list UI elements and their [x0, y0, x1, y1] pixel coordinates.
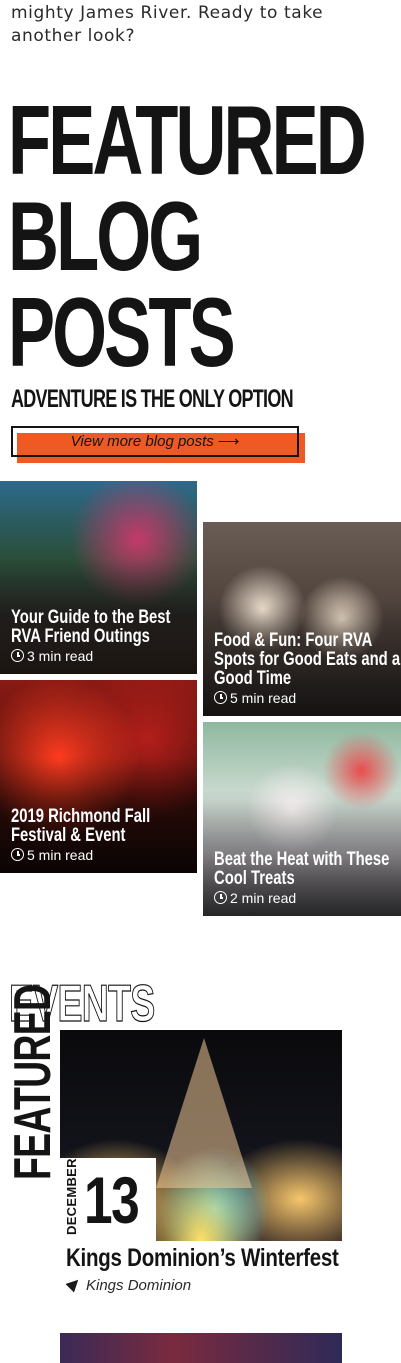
read-time: 5 min read [11, 847, 93, 863]
heading-line: POSTS [8, 277, 236, 387]
clock-icon [11, 848, 24, 861]
event-location-label: Kings Dominion [86, 1277, 192, 1294]
cta-label: View more blog posts [70, 433, 214, 450]
event-title-link[interactable]: Kings Dominion’s Winterfest [66, 1244, 339, 1273]
intro-text: mighty James River. Ready to take anothe… [11, 3, 324, 46]
blog-card-title: Beat the Heat with These Cool Treats [214, 849, 390, 889]
heading-line: BLOG [8, 181, 203, 291]
event-day: 13 [84, 1163, 140, 1237]
blog-card-title: Food & Fun: Four RVA Spots for Good Eats… [214, 630, 401, 689]
read-time-label: 3 min read [27, 648, 94, 664]
light-tree-graphic [156, 1038, 252, 1188]
event-date: DECEMBER 13 [60, 1158, 156, 1242]
featured-blog-heading: FEATURED BLOG POSTS [8, 85, 367, 387]
read-time: 2 min read [214, 890, 296, 906]
clock-icon [214, 891, 227, 904]
clock-icon [214, 691, 227, 704]
event-location: Kings Dominion [65, 1275, 192, 1294]
read-time-label: 5 min read [230, 690, 297, 706]
view-more-blog-posts-button[interactable]: View more blog posts ⟶ [11, 426, 299, 457]
heading-line: FEATURED [8, 85, 367, 195]
blog-card-title: Your Guide to the Best RVA Friend Outing… [11, 607, 171, 647]
next-event-image[interactable] [60, 1333, 342, 1363]
read-time: 5 min read [214, 690, 296, 706]
blog-card-food-fun[interactable]: Food & Fun: Four RVA Spots for Good Eats… [203, 522, 401, 716]
blog-card-title: 2019 Richmond Fall Festival & Event [11, 806, 151, 846]
location-arrow-icon [65, 1275, 83, 1293]
read-time: 3 min read [11, 648, 93, 664]
blog-card-fall-festival[interactable]: 2019 Richmond Fall Festival & Event 5 mi… [0, 680, 197, 873]
blog-tagline: ADVENTURE IS THE ONLY OPTION [11, 385, 294, 413]
featured-heading-vertical: FEATURED [4, 984, 62, 1180]
read-time-label: 5 min read [27, 847, 94, 863]
clock-icon [11, 649, 24, 662]
blog-card-friend-outings[interactable]: Your Guide to the Best RVA Friend Outing… [0, 481, 197, 674]
read-time-label: 2 min read [230, 890, 297, 906]
event-month: DECEMBER [64, 1158, 79, 1235]
view-blog-posts-cta: View more blog posts ⟶ [11, 426, 306, 464]
arrow-right-icon: ⟶ [217, 433, 240, 450]
blog-card-cool-treats[interactable]: Beat the Heat with These Cool Treats 2 m… [203, 722, 401, 916]
